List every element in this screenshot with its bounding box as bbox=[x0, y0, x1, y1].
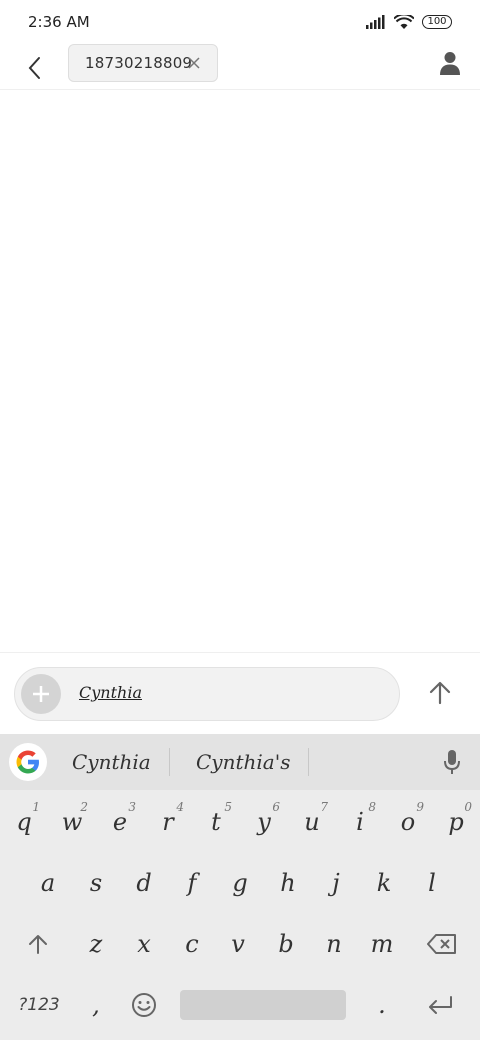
emoji-key[interactable] bbox=[120, 977, 168, 1033]
suggestion-divider bbox=[308, 748, 309, 776]
key-row-4: ?123 , . bbox=[0, 977, 480, 1033]
shift-key[interactable] bbox=[14, 916, 62, 972]
status-time: 2:36 AM bbox=[28, 13, 90, 31]
status-icons: 100 bbox=[366, 14, 452, 30]
key-g[interactable]: g bbox=[216, 855, 264, 911]
contact-icon bbox=[440, 52, 460, 75]
key-i[interactable]: i8 bbox=[336, 794, 384, 850]
key-k[interactable]: k bbox=[360, 855, 408, 911]
key-z[interactable]: z bbox=[72, 916, 120, 972]
enter-key[interactable] bbox=[416, 977, 464, 1033]
send-arrow-icon bbox=[429, 681, 451, 705]
suggestion-2[interactable]: Cynthia's bbox=[196, 750, 290, 774]
plus-icon bbox=[33, 686, 49, 702]
symbols-label: ?123 bbox=[18, 995, 60, 1015]
back-icon bbox=[28, 57, 40, 79]
suggestion-divider bbox=[169, 748, 170, 776]
key-t[interactable]: t5 bbox=[192, 794, 240, 850]
suggestion-bar: Cynthia Cynthia's bbox=[0, 734, 480, 790]
signal-icon bbox=[366, 15, 385, 29]
key-c[interactable]: c bbox=[168, 916, 216, 972]
key-f[interactable]: f bbox=[168, 855, 216, 911]
key-q[interactable]: q1 bbox=[0, 794, 48, 850]
symbols-key[interactable]: ?123 bbox=[14, 977, 64, 1033]
key-p[interactable]: p0 bbox=[432, 794, 480, 850]
key-a[interactable]: a bbox=[24, 855, 72, 911]
emoji-icon bbox=[132, 993, 156, 1017]
backspace-key[interactable] bbox=[418, 916, 466, 972]
message-input[interactable]: Cynthia bbox=[14, 667, 400, 721]
soft-keyboard: Cynthia Cynthia's q1 w2 e3 r4 t5 y6 u7 i… bbox=[0, 734, 480, 1040]
space-key[interactable] bbox=[180, 990, 346, 1020]
comma-key[interactable]: , bbox=[72, 977, 120, 1033]
key-b[interactable]: b bbox=[262, 916, 310, 972]
key-row-2: a s d f g h j k l bbox=[0, 855, 480, 911]
key-m[interactable]: m bbox=[358, 916, 406, 972]
voice-input-button[interactable] bbox=[438, 748, 466, 776]
period-key[interactable]: . bbox=[358, 977, 406, 1033]
backspace-icon bbox=[427, 934, 456, 954]
close-icon bbox=[188, 57, 200, 69]
enter-icon bbox=[429, 996, 452, 1014]
google-icon bbox=[16, 750, 39, 774]
battery-icon: 100 bbox=[422, 15, 452, 29]
attach-button[interactable] bbox=[21, 674, 61, 714]
key-w[interactable]: w2 bbox=[48, 794, 96, 850]
key-s[interactable]: s bbox=[72, 855, 120, 911]
google-button[interactable] bbox=[9, 743, 47, 781]
recipient-number: 18730218809 bbox=[85, 54, 193, 72]
message-list[interactable] bbox=[0, 91, 480, 652]
key-y[interactable]: y6 bbox=[240, 794, 288, 850]
key-o[interactable]: o9 bbox=[384, 794, 432, 850]
send-button[interactable] bbox=[418, 671, 462, 715]
key-d[interactable]: d bbox=[120, 855, 168, 911]
shift-icon bbox=[29, 935, 47, 954]
remove-recipient-button[interactable] bbox=[185, 54, 203, 72]
key-h[interactable]: h bbox=[264, 855, 312, 911]
wifi-icon bbox=[394, 14, 414, 29]
key-v[interactable]: v bbox=[214, 916, 262, 972]
key-e[interactable]: e3 bbox=[96, 794, 144, 850]
key-row-3: z x c v b n m bbox=[0, 916, 480, 972]
conversation-header: 18730218809 bbox=[0, 44, 480, 90]
suggestion-1[interactable]: Cynthia bbox=[72, 750, 151, 774]
contact-button[interactable] bbox=[436, 48, 464, 78]
recipient-chip[interactable]: 18730218809 bbox=[68, 44, 218, 82]
key-l[interactable]: l bbox=[408, 855, 456, 911]
back-button[interactable] bbox=[18, 52, 50, 84]
key-x[interactable]: x bbox=[120, 916, 168, 972]
key-u[interactable]: u7 bbox=[288, 794, 336, 850]
key-row-1: q1 w2 e3 r4 t5 y6 u7 i8 o9 p0 bbox=[0, 794, 480, 850]
composer: Cynthia bbox=[0, 652, 480, 734]
key-j[interactable]: j bbox=[312, 855, 360, 911]
status-bar: 2:36 AM 100 bbox=[0, 0, 480, 44]
key-r[interactable]: r4 bbox=[144, 794, 192, 850]
message-input-text: Cynthia bbox=[79, 683, 142, 702]
mic-icon bbox=[444, 750, 460, 774]
key-n[interactable]: n bbox=[310, 916, 358, 972]
